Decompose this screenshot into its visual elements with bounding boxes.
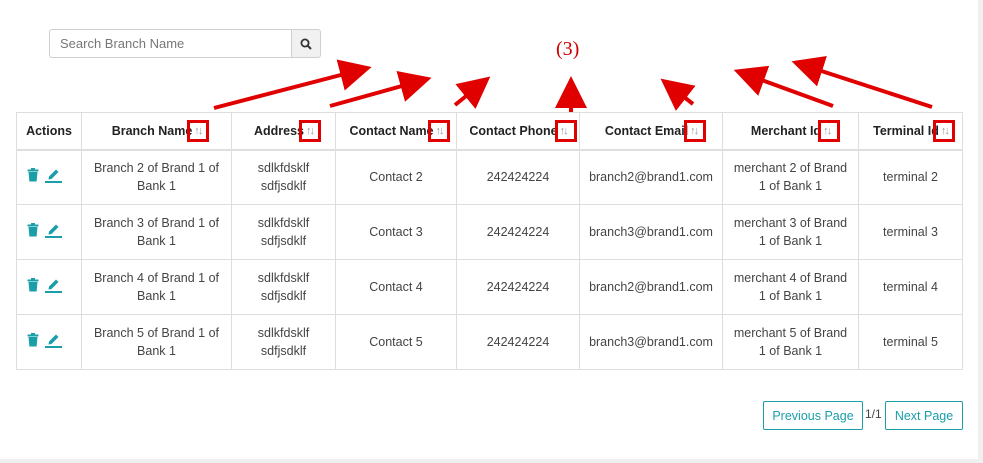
column-label: Branch Name [111,123,193,138]
cell-contact-phone: 242424224 [456,259,580,315]
column-label: Contact Name [349,123,434,138]
search-input[interactable] [49,29,291,58]
cell-branch-name: Branch 4 of Brand 1 of Bank 1 [81,259,232,315]
column-label: Actions [26,123,72,138]
column-header-branch-name[interactable]: Branch Name ↑↓ [81,112,232,151]
cell-branch-name: Branch 3 of Brand 1 of Bank 1 [81,204,232,260]
cell-terminal-id: terminal 2 [858,149,963,205]
highlight-box [555,120,577,142]
cell-contact-email: branch2@brand1.com [579,149,723,205]
cell-branch-name: Branch 5 of Brand 1 of Bank 1 [81,314,232,370]
cell-contact-email: branch3@brand1.com [579,314,723,370]
column-label: Terminal Id [873,123,939,138]
highlight-box [187,120,209,142]
column-label: Contact Phone [469,123,558,138]
cell-address: sdlkfdsklf sdfjsdklf [231,204,336,260]
cell-contact-name: Contact 4 [335,259,457,315]
table-row: Branch 3 of Brand 1 of Bank 1 sdlkfdsklf … [16,204,963,260]
cell-branch-name: Branch 2 of Brand 1 of Bank 1 [81,149,232,205]
annotation-label: (3) [556,38,580,60]
actions-cell [16,314,82,370]
search-icon [300,38,312,50]
annotation-arrow [791,55,933,109]
edit-icon[interactable] [45,221,62,243]
annotation-arrow [660,78,696,111]
highlight-box [818,120,840,142]
table-row: Branch 2 of Brand 1 of Bank 1 sdlkfdsklf … [16,149,963,205]
cell-contact-phone: 242424224 [456,204,580,260]
bottom-border [0,459,983,463]
actions-cell [16,259,82,315]
annotation-arrow [733,65,834,108]
column-header-actions: Actions [16,112,82,151]
highlight-box [684,120,706,142]
table-row: Branch 5 of Brand 1 of Bank 1 sdlkfdsklf … [16,314,963,370]
delete-icon[interactable] [27,167,39,187]
cell-terminal-id: terminal 3 [858,204,963,260]
cell-address: sdlkfdsklf sdfjsdklf [231,149,336,205]
highlight-box [933,120,955,142]
cell-contact-email: branch3@brand1.com [579,204,723,260]
search-button[interactable] [291,29,321,58]
edit-icon[interactable] [45,331,62,353]
delete-icon[interactable] [27,222,39,242]
next-page-button[interactable]: Next Page [885,401,963,430]
branch-table: Actions Branch Name ↑↓ Address ↑↓ Contact … [16,112,963,370]
cell-contact-email: branch2@brand1.com [579,259,723,315]
cell-address: sdlkfdsklf sdfjsdklf [231,259,336,315]
highlight-box [428,120,450,142]
table-row: Branch 4 of Brand 1 of Bank 1 sdlkfdsklf … [16,259,963,315]
cell-contact-phone: 242424224 [456,149,580,205]
annotation-arrow [329,70,432,108]
column-label: Address [253,123,305,138]
page-indicator: 1/1 [865,407,882,421]
cell-contact-phone: 242424224 [456,314,580,370]
cell-address: sdlkfdsklf sdfjsdklf [231,314,336,370]
edit-icon[interactable] [45,276,62,298]
cell-terminal-id: terminal 5 [858,314,963,370]
cell-contact-name: Contact 3 [335,204,457,260]
cell-contact-name: Contact 5 [335,314,457,370]
cell-merchant-id: merchant 2 of Brand 1 of Bank 1 [722,149,859,205]
annotation-arrow [213,59,372,110]
column-label: Contact Email [604,123,689,138]
highlight-box [299,120,321,142]
cell-merchant-id: merchant 5 of Brand 1 of Bank 1 [722,314,859,370]
delete-icon[interactable] [27,332,39,352]
cell-terminal-id: terminal 4 [858,259,963,315]
cell-contact-name: Contact 2 [335,149,457,205]
column-label: Merchant Id [750,123,822,138]
cell-merchant-id: merchant 4 of Brand 1 of Bank 1 [722,259,859,315]
right-border [978,0,983,463]
delete-icon[interactable] [27,277,39,297]
previous-page-button[interactable]: Previous Page [763,401,863,430]
cell-merchant-id: merchant 3 of Brand 1 of Bank 1 [722,204,859,260]
actions-cell [16,204,82,260]
edit-icon[interactable] [45,166,62,188]
actions-cell [16,149,82,205]
annotation-arrow [453,76,491,110]
search-bar [49,29,321,58]
